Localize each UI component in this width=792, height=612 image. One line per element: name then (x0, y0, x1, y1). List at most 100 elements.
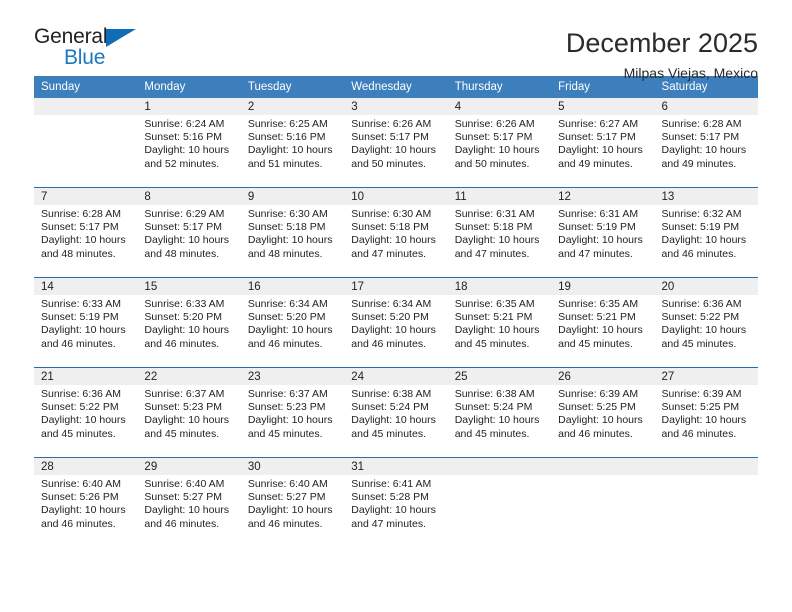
day-sun-info: Sunrise: 6:34 AM Sunset: 5:20 PM Daylight:… (344, 295, 447, 351)
sunset-text: Sunset: 5:17 PM (454, 131, 533, 144)
daylight-text: Daylight: 10 hours and 46 minutes. (247, 504, 333, 530)
sunset-text: Sunset: 5:25 PM (558, 401, 636, 414)
calendar-day-cell[interactable]: 5 Sunrise: 6:27 AM Sunset: 5:17 PM Daylight… (551, 98, 655, 188)
sunrise-text: Sunrise: 6:27 AM (558, 118, 639, 130)
day-number (654, 458, 758, 475)
day-sun-info: Sunrise: 6:27 AM Sunset: 5:17 PM Daylight:… (551, 115, 654, 171)
day-number (447, 458, 552, 475)
calendar-day-cell[interactable]: 31 Sunrise: 6:41 AM Sunset: 5:28 PM Dayligh… (344, 457, 448, 547)
calendar-day-cell[interactable]: 22 Sunrise: 6:37 AM Sunset: 5:23 PM Dayligh… (137, 367, 241, 458)
daylight-text: Daylight: 10 hours and 50 minutes. (351, 144, 436, 170)
calendar-day-cell-empty (551, 457, 655, 547)
daylight-text: Daylight: 10 hours and 46 minutes. (144, 504, 230, 530)
day-number (34, 98, 138, 115)
calendar-day-cell[interactable]: 24 Sunrise: 6:38 AM Sunset: 5:24 PM Dayligh… (344, 367, 448, 458)
daylight-text: Daylight: 10 hours and 47 minutes. (558, 234, 643, 260)
calendar-day-cell[interactable]: 11 Sunrise: 6:31 AM Sunset: 5:18 PM Dayligh… (447, 187, 552, 278)
sunset-text: Sunset: 5:24 PM (454, 401, 533, 414)
day-number: 29 (137, 458, 241, 475)
calendar-day-cell[interactable]: 29 Sunrise: 6:40 AM Sunset: 5:27 PM Dayligh… (137, 457, 241, 547)
calendar-day-cell[interactable]: 2 Sunrise: 6:25 AM Sunset: 5:16 PM Daylight… (240, 98, 345, 188)
sunrise-text: Sunrise: 6:31 AM (558, 208, 639, 220)
day-sun-info: Sunrise: 6:33 AM Sunset: 5:20 PM Daylight:… (137, 295, 240, 351)
sunrise-text: Sunrise: 6:33 AM (144, 298, 225, 310)
daylight-text: Daylight: 10 hours and 45 minutes. (558, 324, 643, 350)
daylight-text: Daylight: 10 hours and 52 minutes. (144, 144, 230, 170)
sunset-text: Sunset: 5:19 PM (558, 221, 636, 234)
sunrise-text: Sunrise: 6:37 AM (247, 388, 328, 400)
calendar-day-cell[interactable]: 25 Sunrise: 6:38 AM Sunset: 5:24 PM Dayligh… (447, 367, 552, 458)
weekday-header-thursday: Thursday (447, 76, 552, 98)
day-sun-info: Sunrise: 6:39 AM Sunset: 5:25 PM Daylight:… (551, 385, 654, 441)
daylight-text: Daylight: 10 hours and 51 minutes. (247, 144, 333, 170)
weekday-header-wednesday: Wednesday (344, 76, 448, 98)
general-blue-logo[interactable]: General Blue (34, 26, 154, 74)
day-number: 4 (447, 98, 552, 115)
calendar-day-cell[interactable]: 16 Sunrise: 6:34 AM Sunset: 5:20 PM Dayligh… (240, 277, 345, 368)
calendar-day-cell[interactable]: 17 Sunrise: 6:34 AM Sunset: 5:20 PM Dayligh… (344, 277, 448, 368)
sunrise-text: Sunrise: 6:35 AM (454, 298, 535, 310)
calendar-body: 1 Sunrise: 6:24 AM Sunset: 5:16 PM Daylight… (34, 98, 758, 547)
calendar-day-cell[interactable]: 23 Sunrise: 6:37 AM Sunset: 5:23 PM Dayligh… (240, 367, 345, 458)
calendar-day-cell[interactable]: 20 Sunrise: 6:36 AM Sunset: 5:22 PM Dayligh… (654, 277, 758, 368)
calendar-day-cell-empty (34, 98, 138, 188)
calendar-day-cell[interactable]: 19 Sunrise: 6:35 AM Sunset: 5:21 PM Dayligh… (551, 277, 655, 368)
sunset-text: Sunset: 5:21 PM (558, 311, 636, 324)
sunset-text: Sunset: 5:22 PM (661, 311, 740, 324)
sunrise-text: Sunrise: 6:26 AM (454, 118, 535, 130)
day-number: 7 (34, 188, 138, 205)
sunrise-text: Sunrise: 6:37 AM (144, 388, 225, 400)
sunrise-text: Sunrise: 6:36 AM (661, 298, 742, 310)
day-sun-info: Sunrise: 6:32 AM Sunset: 5:19 PM Daylight:… (655, 205, 758, 261)
day-sun-info: Sunrise: 6:39 AM Sunset: 5:25 PM Daylight:… (655, 385, 758, 441)
daylight-text: Daylight: 10 hours and 47 minutes. (454, 234, 540, 260)
calendar-table: Sunday Monday Tuesday Wednesday Thursday… (34, 76, 758, 547)
logo-word-blue: Blue (64, 46, 106, 69)
sunset-text: Sunset: 5:18 PM (247, 221, 326, 234)
sunset-text: Sunset: 5:21 PM (454, 311, 533, 324)
calendar-day-cell[interactable]: 18 Sunrise: 6:35 AM Sunset: 5:21 PM Dayligh… (447, 277, 552, 368)
daylight-text: Daylight: 10 hours and 48 minutes. (247, 234, 333, 260)
weekday-header-sunday: Sunday (34, 76, 138, 98)
calendar-day-cell[interactable]: 30 Sunrise: 6:40 AM Sunset: 5:27 PM Dayligh… (240, 457, 345, 547)
daylight-text: Daylight: 10 hours and 45 minutes. (351, 414, 436, 440)
day-number: 14 (34, 278, 138, 295)
calendar-day-cell[interactable]: 13 Sunrise: 6:32 AM Sunset: 5:19 PM Dayligh… (654, 187, 758, 278)
calendar-day-cell[interactable]: 15 Sunrise: 6:33 AM Sunset: 5:20 PM Dayligh… (137, 277, 241, 368)
calendar-day-cell[interactable]: 1 Sunrise: 6:24 AM Sunset: 5:16 PM Daylight… (137, 98, 241, 188)
daylight-text: Daylight: 10 hours and 46 minutes. (41, 504, 126, 530)
calendar-day-cell[interactable]: 9 Sunrise: 6:30 AM Sunset: 5:18 PM Daylight… (240, 187, 345, 278)
calendar-day-cell[interactable]: 4 Sunrise: 6:26 AM Sunset: 5:17 PM Daylight… (447, 98, 552, 188)
daylight-text: Daylight: 10 hours and 48 minutes. (41, 234, 126, 260)
calendar-day-cell[interactable]: 28 Sunrise: 6:40 AM Sunset: 5:26 PM Dayligh… (34, 457, 138, 547)
sunrise-text: Sunrise: 6:28 AM (661, 118, 742, 130)
day-number: 16 (240, 278, 345, 295)
sunset-text: Sunset: 5:27 PM (144, 491, 223, 504)
day-sun-info: Sunrise: 6:25 AM Sunset: 5:16 PM Daylight:… (241, 115, 344, 171)
calendar-day-cell[interactable]: 14 Sunrise: 6:33 AM Sunset: 5:19 PM Dayligh… (34, 277, 138, 368)
sunrise-text: Sunrise: 6:30 AM (247, 208, 328, 220)
calendar-day-cell[interactable]: 3 Sunrise: 6:26 AM Sunset: 5:17 PM Daylight… (344, 98, 448, 188)
day-number: 11 (447, 188, 552, 205)
calendar-day-cell[interactable]: 10 Sunrise: 6:30 AM Sunset: 5:18 PM Dayligh… (344, 187, 448, 278)
triangle-icon (106, 29, 136, 47)
day-number: 6 (654, 98, 758, 115)
calendar-day-cell[interactable]: 8 Sunrise: 6:29 AM Sunset: 5:17 PM Daylight… (137, 187, 241, 278)
day-sun-info: Sunrise: 6:30 AM Sunset: 5:18 PM Daylight:… (241, 205, 344, 261)
day-number: 20 (654, 278, 758, 295)
daylight-text: Daylight: 10 hours and 48 minutes. (144, 234, 230, 260)
calendar-day-cell[interactable]: 6 Sunrise: 6:28 AM Sunset: 5:17 PM Daylight… (654, 98, 758, 188)
calendar-day-cell[interactable]: 26 Sunrise: 6:39 AM Sunset: 5:25 PM Dayligh… (551, 367, 655, 458)
calendar-day-cell[interactable]: 12 Sunrise: 6:31 AM Sunset: 5:19 PM Dayligh… (551, 187, 655, 278)
day-number: 2 (240, 98, 345, 115)
calendar-day-cell[interactable]: 21 Sunrise: 6:36 AM Sunset: 5:22 PM Dayligh… (34, 367, 138, 458)
day-sun-info: Sunrise: 6:36 AM Sunset: 5:22 PM Daylight:… (34, 385, 137, 441)
calendar-day-cell-empty (654, 457, 758, 547)
page-header: General Blue December 2025 Milpas Viejas… (34, 0, 758, 81)
day-number: 24 (344, 368, 448, 385)
calendar-day-cell[interactable]: 27 Sunrise: 6:39 AM Sunset: 5:25 PM Dayligh… (654, 367, 758, 458)
day-number: 23 (240, 368, 345, 385)
day-sun-info: Sunrise: 6:28 AM Sunset: 5:17 PM Daylight:… (655, 115, 758, 171)
calendar-day-cell[interactable]: 7 Sunrise: 6:28 AM Sunset: 5:17 PM Daylight… (34, 187, 138, 278)
sunrise-text: Sunrise: 6:40 AM (41, 478, 121, 490)
